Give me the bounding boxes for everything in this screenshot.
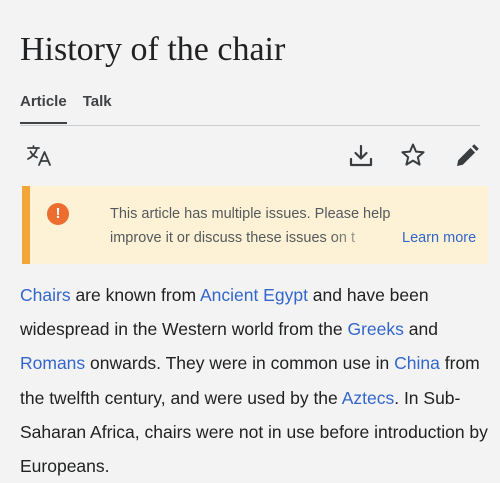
translate-icon[interactable]: [26, 144, 54, 168]
star-icon[interactable]: [400, 142, 426, 168]
edit-pencil-icon[interactable]: [454, 143, 480, 169]
download-icon[interactable]: [348, 144, 374, 168]
link-greeks[interactable]: Greeks: [347, 319, 403, 339]
page-title: History of the chair: [20, 31, 286, 68]
tabs-divider: [20, 125, 480, 126]
tab-talk[interactable]: Talk: [83, 92, 112, 124]
link-romans[interactable]: Romans: [20, 353, 85, 373]
link-aztecs[interactable]: Aztecs: [342, 388, 395, 408]
link-chairs[interactable]: Chairs: [20, 285, 71, 305]
banner-message-line2: improve it or discuss these issues on t: [110, 230, 355, 246]
link-ancient-egypt[interactable]: Ancient Egypt: [200, 285, 308, 305]
article-paragraph: Chairs are known from Ancient Egypt and …: [20, 278, 490, 483]
tab-bar: Article Talk: [20, 92, 128, 124]
warning-icon: !: [47, 203, 69, 225]
banner-message-line1: This article has multiple issues. Please…: [110, 206, 391, 222]
paragraph-text: are known from: [70, 285, 200, 305]
link-china[interactable]: China: [394, 353, 440, 373]
issues-banner: ! This article has multiple issues. Plea…: [22, 186, 488, 264]
paragraph-text: onwards. They were in common use in: [85, 353, 395, 374]
learn-more-link[interactable]: Learn more: [402, 226, 476, 250]
tab-article[interactable]: Article: [20, 92, 67, 124]
paragraph-text: and: [403, 319, 438, 340]
banner-message[interactable]: This article has multiple issues. Please…: [110, 202, 420, 250]
